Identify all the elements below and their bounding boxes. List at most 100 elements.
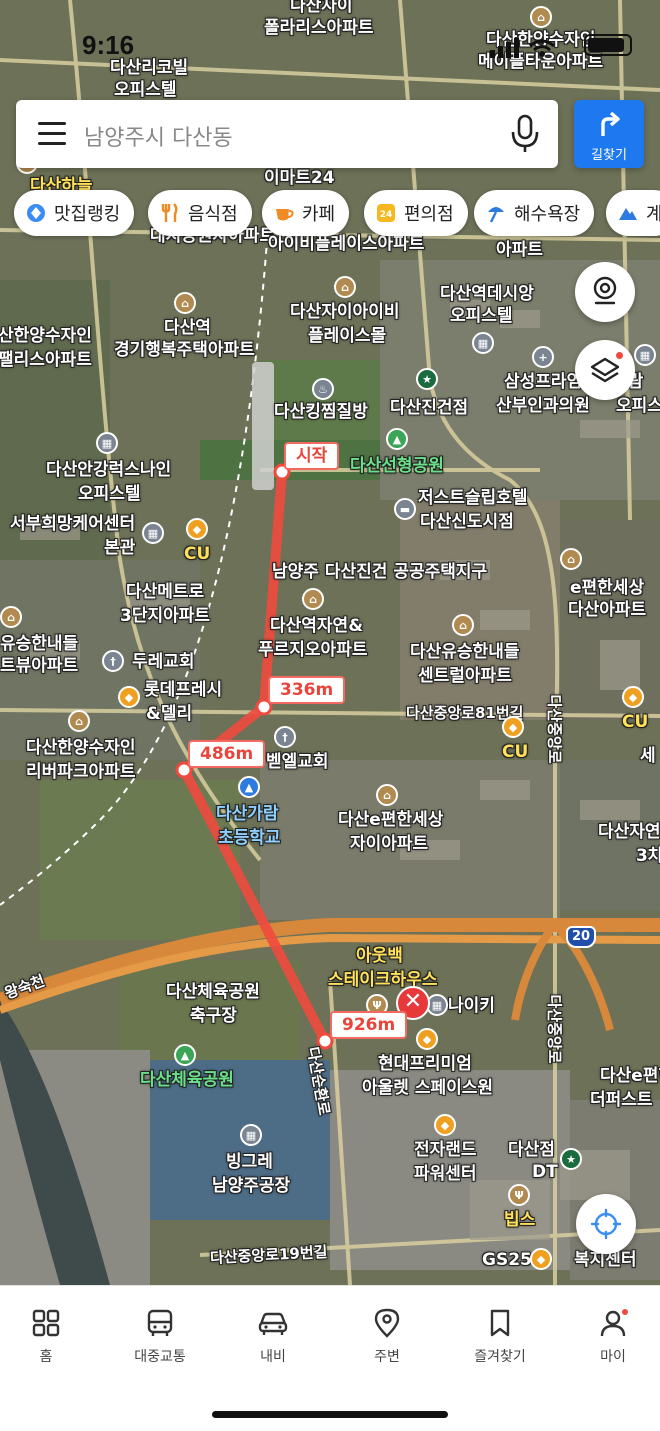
- convenience-poi-icon[interactable]: ◆: [530, 1248, 552, 1270]
- map-layers-button[interactable]: [575, 340, 635, 400]
- map-label: 세: [640, 746, 656, 766]
- route-distance-label: 926m: [330, 1011, 408, 1039]
- restaurant-icon: [158, 201, 182, 225]
- convenience-poi-icon[interactable]: ◆: [502, 716, 524, 738]
- map-label: 다산자이아이비: [290, 302, 400, 322]
- chip-label: 해수욕장: [514, 204, 581, 225]
- my-location-button[interactable]: [576, 1194, 636, 1254]
- convenience-poi-icon[interactable]: ◆: [622, 686, 644, 708]
- care-center-poi-icon[interactable]: ▦: [142, 522, 164, 544]
- sauna-poi-icon[interactable]: ♨: [312, 378, 334, 400]
- map-label: 다산한양수자인: [26, 738, 136, 758]
- nav-navigation[interactable]: 내비: [218, 1308, 328, 1366]
- factory-poi-icon[interactable]: ▦: [240, 1124, 262, 1146]
- convenience-poi-icon[interactable]: ◆: [186, 518, 208, 540]
- map-label: 나이키: [448, 996, 495, 1016]
- church-poi-icon[interactable]: †: [274, 726, 296, 748]
- starbucks-poi-icon[interactable]: ★: [416, 368, 438, 390]
- home-indicator[interactable]: [212, 1411, 448, 1418]
- mountain-icon: [616, 201, 640, 225]
- map-label: 빙그레: [226, 1152, 273, 1172]
- map-label: 다산유승한내들: [410, 642, 520, 662]
- map-label: 플레이스몰: [308, 326, 387, 346]
- map-label: e편한세상: [570, 578, 645, 598]
- hospital-poi-icon[interactable]: +: [532, 346, 554, 368]
- map-label: 남양주공장: [212, 1176, 291, 1196]
- map-label: CU: [184, 544, 211, 564]
- apartment-poi-icon[interactable]: ⌂: [560, 548, 582, 570]
- nav-home[interactable]: 홈: [0, 1308, 101, 1366]
- street-view-button[interactable]: [575, 262, 635, 322]
- ranking-icon: [24, 201, 48, 225]
- nav-nearby[interactable]: 주변: [332, 1308, 442, 1366]
- microphone-icon[interactable]: [510, 114, 540, 154]
- bus-icon: [147, 1309, 173, 1336]
- church-poi-icon[interactable]: †: [102, 650, 124, 672]
- route-20-shield: 20: [566, 926, 596, 948]
- map-label: 경기행복주택아파트: [114, 340, 255, 360]
- chip-cafe[interactable]: 카페: [262, 190, 350, 236]
- map-label: CU: [502, 742, 529, 762]
- map-label: 두레교회: [132, 652, 195, 672]
- nav-my[interactable]: 마이: [558, 1308, 660, 1366]
- chip-label: 맛집랭킹: [54, 204, 121, 225]
- nav-transit[interactable]: 대중교통: [105, 1308, 215, 1366]
- search-query[interactable]: 남양주시 다산동: [84, 120, 233, 152]
- restaurant-poi-icon[interactable]: Ψ: [508, 1184, 530, 1206]
- directions-button[interactable]: 길찾기: [574, 100, 644, 168]
- apartment-poi-icon[interactable]: ⌂: [376, 784, 398, 806]
- officetel-poi-icon[interactable]: ▦: [634, 344, 656, 366]
- nav-label: 내비: [260, 1349, 286, 1365]
- battery-icon: [584, 34, 632, 56]
- map-label: 본관: [104, 538, 136, 558]
- map-label: 다산역자연&: [270, 616, 364, 636]
- directions-label: 길찾기: [591, 148, 627, 163]
- nav-favorites[interactable]: 즐겨찾기: [445, 1308, 555, 1366]
- map-label: 다산e편한: [600, 1066, 660, 1086]
- map-label: 푸르지오아파트: [258, 640, 368, 660]
- officetel-poi-icon[interactable]: ▦: [96, 432, 118, 454]
- hotel-poi-icon[interactable]: ▬: [394, 498, 416, 520]
- map-label: 다산진건점: [390, 398, 469, 418]
- chip-label: 카페: [302, 204, 336, 225]
- map-label: 초등학교: [218, 828, 281, 848]
- apartment-poi-icon[interactable]: ⌂: [0, 606, 22, 628]
- map-label: 롯데프레시: [144, 680, 223, 700]
- map-label: 전자랜드: [414, 1140, 477, 1160]
- chip-label: 편의점: [404, 204, 454, 225]
- apartment-poi-icon[interactable]: ⌂: [302, 588, 324, 610]
- apartment-poi-icon[interactable]: ⌂: [452, 614, 474, 636]
- map-label: 아울렛 스페이스원: [362, 1078, 494, 1098]
- starbucks-poi-icon[interactable]: ★: [560, 1148, 582, 1170]
- electronics-poi-icon[interactable]: ◆: [434, 1114, 456, 1136]
- search-bar[interactable]: 남양주시 다산동: [16, 100, 558, 168]
- map-label: 오피스텔: [450, 306, 513, 326]
- map-label: 오피스: [616, 396, 660, 416]
- shopping-poi-icon[interactable]: ◆: [118, 686, 140, 708]
- chip-beach[interactable]: 해수욕장: [474, 190, 595, 236]
- map-label: 팰리스아파트: [0, 350, 92, 370]
- route-start-label: 시작: [284, 442, 340, 470]
- school-poi-icon[interactable]: ▲: [238, 776, 260, 798]
- signal-wifi-icon: [490, 38, 555, 58]
- officetel-poi-icon[interactable]: ▦: [472, 332, 494, 354]
- chip-convenience-store[interactable]: 24 편의점: [364, 190, 468, 236]
- map-label: 더퍼스트: [590, 1090, 653, 1110]
- menu-icon[interactable]: [38, 122, 66, 146]
- chip-ranking[interactable]: 맛집랭킹: [14, 190, 135, 236]
- svg-text:24: 24: [380, 210, 393, 220]
- map-label: 유승한내들: [0, 634, 79, 654]
- chip-restaurant[interactable]: 음식점: [148, 190, 252, 236]
- map-label: 벧엘교회: [266, 752, 329, 772]
- park-poi-icon[interactable]: ▲: [386, 428, 408, 450]
- apartment-poi-icon[interactable]: ⌂: [174, 292, 196, 314]
- map-label: 파워센터: [414, 1164, 477, 1184]
- park-poi-icon[interactable]: ▲: [174, 1044, 196, 1066]
- map-label: 다산선형공원: [350, 456, 444, 476]
- chip-mountain[interactable]: 계: [606, 190, 660, 236]
- map-label: 산한양수자인: [0, 326, 92, 346]
- map-label: 다산중앙로: [545, 994, 564, 1064]
- outlet-poi-icon[interactable]: ◆: [416, 1028, 438, 1050]
- apartment-poi-icon[interactable]: ⌂: [68, 710, 90, 732]
- mall-poi-icon[interactable]: ⌂: [334, 276, 356, 298]
